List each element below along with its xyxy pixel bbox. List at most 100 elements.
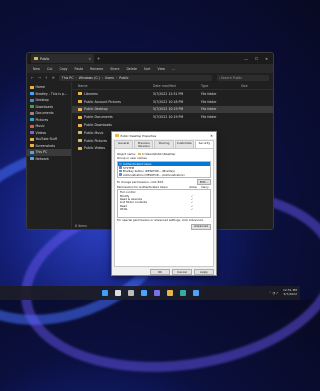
command-bar: New Cut Copy Paste Rename Share Delete Sort View… bbox=[27, 64, 273, 73]
sidebar-item-label: Videos bbox=[35, 130, 47, 135]
sidebar-item[interactable]: Network bbox=[27, 156, 71, 163]
folder-icon bbox=[30, 118, 34, 122]
file-explorer-icon[interactable] bbox=[166, 290, 173, 296]
breadcrumb-item[interactable]: Users bbox=[105, 76, 114, 80]
toolbar-delete-button[interactable]: Delete bbox=[125, 67, 137, 71]
column-size[interactable]: Size bbox=[241, 84, 261, 88]
object-name-value: C:\Users\Public\Desktop bbox=[137, 151, 176, 156]
up-icon[interactable]: ↑ bbox=[45, 76, 48, 80]
object-name-label: Object name: bbox=[117, 151, 136, 156]
folder-icon bbox=[137, 152, 141, 156]
group-list-item[interactable]: Administrators (DESKTOP-...\Administrato… bbox=[118, 173, 210, 177]
folder-icon bbox=[34, 57, 38, 60]
sidebar-item-label: Documents bbox=[35, 111, 54, 116]
folder-icon bbox=[78, 92, 82, 96]
table-row[interactable]: Public Downloads bbox=[72, 121, 273, 129]
close-dialog-button[interactable]: ✕ bbox=[210, 134, 213, 138]
toolbar-share-button[interactable]: Share bbox=[109, 67, 120, 71]
navigation-pane: Home Bradley - This is p... Desktop Downloa… bbox=[27, 82, 72, 229]
file-name-cell: Libraries bbox=[72, 92, 153, 96]
toolbar-paste-button[interactable]: Paste bbox=[74, 67, 85, 71]
toolbar-new-button[interactable]: New bbox=[32, 67, 41, 71]
table-row[interactable]: Public Documents 5/7/2022 10:19 PM File fo… bbox=[72, 113, 273, 121]
tab-title: Public bbox=[40, 56, 50, 61]
tab-public[interactable]: Public ✕ bbox=[31, 54, 94, 63]
toolbar--button[interactable]: ... bbox=[171, 67, 176, 71]
search-input[interactable]: ⌕ Search Public bbox=[217, 74, 269, 81]
permission-name: Write bbox=[120, 207, 128, 212]
tab-general[interactable]: General bbox=[114, 140, 134, 149]
breadcrumb-item[interactable]: This PC bbox=[62, 76, 74, 80]
breadcrumb-item[interactable]: Public bbox=[119, 76, 128, 80]
widgets-icon[interactable] bbox=[140, 290, 147, 296]
sidebar-item-label: Music bbox=[35, 124, 45, 129]
breadcrumb-item[interactable]: Windows (C:) bbox=[79, 76, 100, 80]
folder-icon bbox=[78, 107, 82, 111]
file-name: Public Account Pictures bbox=[84, 99, 121, 104]
close-tab-icon[interactable]: ✕ bbox=[88, 57, 91, 61]
folder-icon bbox=[78, 139, 82, 143]
forward-icon[interactable]: → bbox=[38, 76, 41, 80]
maximize-button[interactable]: ☐ bbox=[255, 57, 258, 61]
file-name: Public Music bbox=[84, 130, 104, 135]
table-row[interactable]: Libraries 5/7/2022 12:51 PM File folder bbox=[72, 90, 273, 98]
allow-header: Allow bbox=[189, 185, 197, 190]
column-date[interactable]: Date modified bbox=[153, 84, 201, 88]
new-tab-button[interactable]: + bbox=[97, 56, 100, 61]
folder-icon bbox=[30, 131, 34, 135]
refresh-icon[interactable]: ⟳ bbox=[52, 76, 55, 80]
toolbar-view-button[interactable]: View bbox=[156, 67, 166, 71]
ok-button[interactable]: OK bbox=[150, 269, 170, 275]
deny-header: Deny bbox=[201, 185, 209, 190]
store-icon[interactable] bbox=[192, 290, 199, 296]
tab-previous-versions[interactable]: Previous Versions bbox=[134, 140, 154, 149]
toolbar-sort-button[interactable]: Sort bbox=[143, 67, 152, 71]
folder-icon bbox=[30, 85, 34, 89]
folder-icon bbox=[30, 137, 34, 141]
permissions-header: Permissions for Authenticated Users Allo… bbox=[117, 185, 211, 189]
apply-button[interactable]: Apply bbox=[194, 269, 214, 275]
chat-icon[interactable] bbox=[153, 290, 160, 296]
sidebar-item-label: Screenshots bbox=[35, 143, 56, 148]
sidebar-item-label: Desktop bbox=[35, 98, 49, 103]
properties-dialog: Public Desktop Properties ✕ General Previ… bbox=[111, 131, 217, 276]
toolbar-copy-button[interactable]: Copy bbox=[58, 67, 68, 71]
file-name: Public Videos bbox=[84, 146, 106, 151]
toolbar-cut-button[interactable]: Cut bbox=[46, 67, 54, 71]
tab-sharing[interactable]: Sharing bbox=[154, 140, 174, 149]
object-path: C:\Users\Public\Desktop bbox=[141, 151, 176, 156]
sidebar-item-label: Home bbox=[35, 85, 45, 90]
sidebar-item-label: Bradley - This is p... bbox=[35, 91, 68, 96]
address-bar[interactable]: This PC › Windows (C:) › Users › Public bbox=[58, 74, 212, 81]
folder-icon bbox=[30, 111, 34, 115]
system-clock[interactable]: 12:51 PM 5/7/2022 bbox=[283, 288, 297, 297]
file-name-cell: Public Downloads bbox=[72, 123, 153, 127]
column-name[interactable]: Name bbox=[72, 84, 153, 88]
toolbar-rename-button[interactable]: Rename bbox=[89, 67, 104, 71]
close-window-button[interactable]: ✕ bbox=[265, 57, 268, 61]
item-count: 8 items bbox=[75, 224, 87, 228]
date-modified-cell: 5/7/2022 12:51 PM bbox=[153, 91, 184, 96]
minimize-button[interactable]: — bbox=[244, 57, 248, 61]
table-row[interactable]: Public Desktop 5/7/2022 10:19 PM File fold… bbox=[72, 105, 273, 114]
cancel-button[interactable]: Cancel bbox=[172, 269, 192, 275]
column-type[interactable]: Type bbox=[201, 84, 241, 88]
sidebar-item-label: Network bbox=[35, 156, 49, 161]
windows-start-icon[interactable] bbox=[101, 290, 108, 296]
folder-icon bbox=[30, 144, 34, 148]
task-view-icon[interactable] bbox=[127, 290, 134, 296]
file-name: Public Pictures bbox=[84, 138, 108, 143]
dialog-buttons: OK Cancel Apply bbox=[112, 269, 214, 275]
table-row[interactable]: Public Account Pictures 5/7/2022 10:18 PM… bbox=[72, 98, 273, 106]
dialog-titlebar: Public Desktop Properties ✕ bbox=[112, 132, 216, 139]
back-icon[interactable]: ← bbox=[31, 76, 34, 80]
tray-icons[interactable]: ⌃ ◔ ♪ bbox=[269, 291, 278, 295]
user-group-icon bbox=[119, 173, 122, 176]
edge-icon[interactable] bbox=[179, 290, 186, 296]
user-group-icon bbox=[119, 166, 122, 169]
tab-security[interactable]: Security bbox=[194, 140, 215, 149]
tab-customize[interactable]: Customize bbox=[174, 140, 194, 149]
search-icon[interactable] bbox=[114, 290, 121, 296]
advanced-button[interactable]: Advanced bbox=[191, 223, 211, 230]
date-modified-cell: 5/7/2022 10:19 PM bbox=[153, 107, 184, 112]
